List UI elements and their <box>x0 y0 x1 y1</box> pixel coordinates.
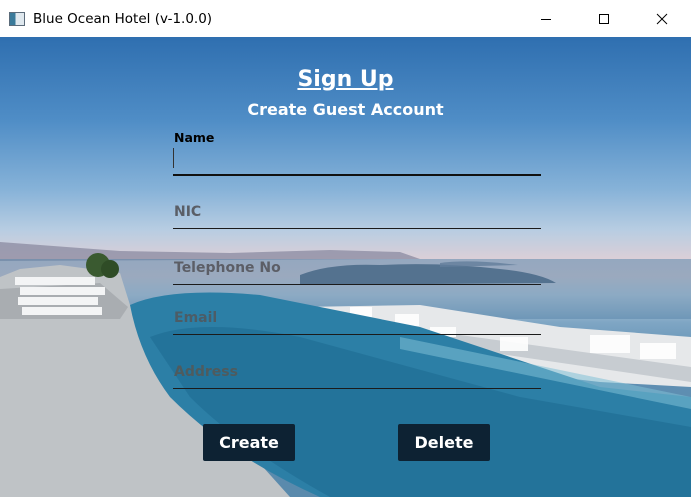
nic-underline <box>173 228 541 229</box>
minimize-button[interactable] <box>517 0 575 37</box>
telephone-field[interactable]: Telephone No <box>173 256 541 285</box>
maximize-icon <box>599 13 609 24</box>
app-icon <box>9 11 25 26</box>
window-controls <box>517 0 691 37</box>
title-bar[interactable]: Blue Ocean Hotel (v-1.0.0) <box>0 0 691 37</box>
name-underline <box>173 174 541 176</box>
name-label: Name <box>174 130 215 145</box>
nic-field[interactable]: NIC <box>173 200 541 229</box>
telephone-underline <box>173 284 541 285</box>
email-underline <box>173 334 541 335</box>
maximize-button[interactable] <box>575 0 633 37</box>
close-icon <box>656 13 668 24</box>
form-title: Sign Up <box>297 67 394 92</box>
email-placeholder: Email <box>174 310 218 326</box>
address-field[interactable]: Address <box>173 360 541 389</box>
delete-button[interactable]: Delete <box>398 424 490 461</box>
minimize-icon <box>541 18 551 20</box>
window-title: Blue Ocean Hotel (v-1.0.0) <box>33 10 213 27</box>
email-field[interactable]: Email <box>173 306 541 335</box>
nic-placeholder: NIC <box>174 204 202 220</box>
close-button[interactable] <box>633 0 691 37</box>
app-window: Blue Ocean Hotel (v-1.0.0) Sign Up Creat… <box>0 0 691 497</box>
address-placeholder: Address <box>174 364 238 380</box>
create-button[interactable]: Create <box>203 424 295 461</box>
form-subtitle: Create Guest Account <box>247 100 444 119</box>
telephone-placeholder: Telephone No <box>174 260 281 276</box>
address-underline <box>173 388 541 389</box>
text-caret <box>173 148 174 168</box>
name-field[interactable] <box>173 146 541 176</box>
